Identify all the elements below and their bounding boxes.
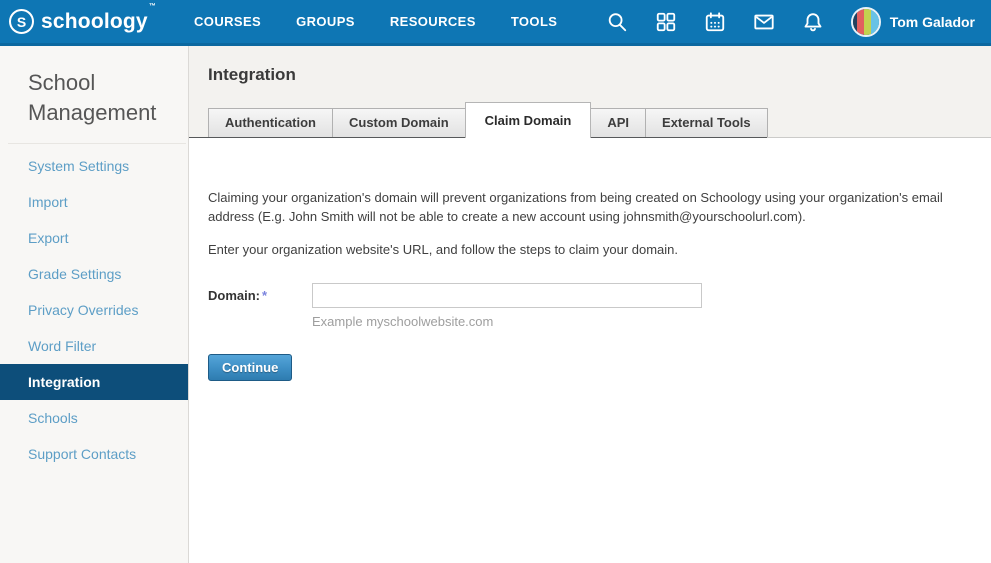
claim-domain-instructions: Enter your organization website's URL, a…	[208, 240, 970, 259]
sidebar-item-integration[interactable]: Integration	[0, 364, 188, 400]
continue-button[interactable]: Continue	[208, 354, 292, 381]
page: S schoology™ COURSES GROUPS RESOURCES TO…	[0, 0, 991, 563]
domain-form-row: Domain:* Example myschoolwebsite.com	[208, 283, 971, 329]
sidebar-nav: System Settings Import Export Grade Sett…	[0, 148, 188, 472]
logo-wordmark: schoology	[41, 10, 148, 33]
domain-field-column: Example myschoolwebsite.com	[312, 283, 702, 329]
tab-api[interactable]: API	[590, 108, 646, 137]
sidebar-item-word-filter[interactable]: Word Filter	[0, 328, 188, 364]
tab-custom-domain[interactable]: Custom Domain	[332, 108, 466, 137]
calendar-icon[interactable]	[704, 11, 726, 33]
header-right-group: Tom Galador	[606, 7, 975, 37]
nav-resources[interactable]: RESOURCES	[390, 14, 476, 29]
nav-tools[interactable]: TOOLS	[511, 14, 558, 29]
nav-courses[interactable]: COURSES	[194, 14, 261, 29]
nav-groups[interactable]: GROUPS	[296, 14, 355, 29]
user-account[interactable]: Tom Galador	[851, 7, 975, 37]
sidebar-item-grade-settings[interactable]: Grade Settings	[0, 256, 188, 292]
sidebar-item-system-settings[interactable]: System Settings	[0, 148, 188, 184]
claim-domain-description: Claiming your organization's domain will…	[208, 188, 970, 226]
content-shell: School Management System Settings Import…	[0, 46, 991, 563]
domain-label-text: Domain:	[208, 288, 260, 303]
sidebar-item-privacy-overrides[interactable]: Privacy Overrides	[0, 292, 188, 328]
trademark-symbol: ™	[149, 3, 156, 10]
tabs-group: Authentication Custom Domain Claim Domai…	[189, 102, 767, 138]
schoology-logo-text: schoology™	[41, 10, 156, 34]
main-panel: Integration Authentication Custom Domain…	[189, 46, 991, 563]
tab-bar: Authentication Custom Domain Claim Domai…	[189, 102, 991, 138]
tab-external-tools[interactable]: External Tools	[645, 108, 768, 137]
sidebar-title: School Management	[0, 46, 188, 143]
school-management-sidebar: School Management System Settings Import…	[0, 46, 189, 563]
tab-claim-domain[interactable]: Claim Domain	[465, 102, 592, 138]
schoology-logo-mark: S	[9, 9, 34, 34]
primary-nav: COURSES GROUPS RESOURCES TOOLS	[194, 14, 557, 29]
sidebar-divider	[8, 143, 186, 144]
schoology-logo[interactable]: S schoology™	[9, 9, 156, 34]
notifications-icon[interactable]	[802, 11, 824, 33]
avatar-stripe	[864, 9, 871, 35]
app-grid-icon[interactable]	[655, 11, 677, 33]
avatar-stripe	[857, 9, 864, 35]
sidebar-item-schools[interactable]: Schools	[0, 400, 188, 436]
tab-bar-spacer	[767, 137, 991, 138]
sidebar-item-export[interactable]: Export	[0, 220, 188, 256]
domain-example-hint: Example myschoolwebsite.com	[312, 314, 702, 329]
domain-input[interactable]	[312, 283, 702, 308]
domain-label: Domain:*	[208, 283, 312, 329]
avatar-stripe	[871, 9, 879, 35]
sidebar-item-support-contacts[interactable]: Support Contacts	[0, 436, 188, 472]
top-header-bar: S schoology™ COURSES GROUPS RESOURCES TO…	[0, 0, 991, 46]
page-header-band: Integration Authentication Custom Domain…	[189, 46, 991, 138]
claim-domain-panel: Claiming your organization's domain will…	[189, 138, 991, 381]
user-name[interactable]: Tom Galador	[890, 14, 975, 30]
tab-authentication[interactable]: Authentication	[208, 108, 333, 137]
sidebar-item-import[interactable]: Import	[0, 184, 188, 220]
page-title: Integration	[208, 65, 991, 85]
required-asterisk: *	[262, 288, 267, 303]
search-icon[interactable]	[606, 11, 628, 33]
mail-icon[interactable]	[753, 11, 775, 33]
avatar[interactable]	[851, 7, 881, 37]
